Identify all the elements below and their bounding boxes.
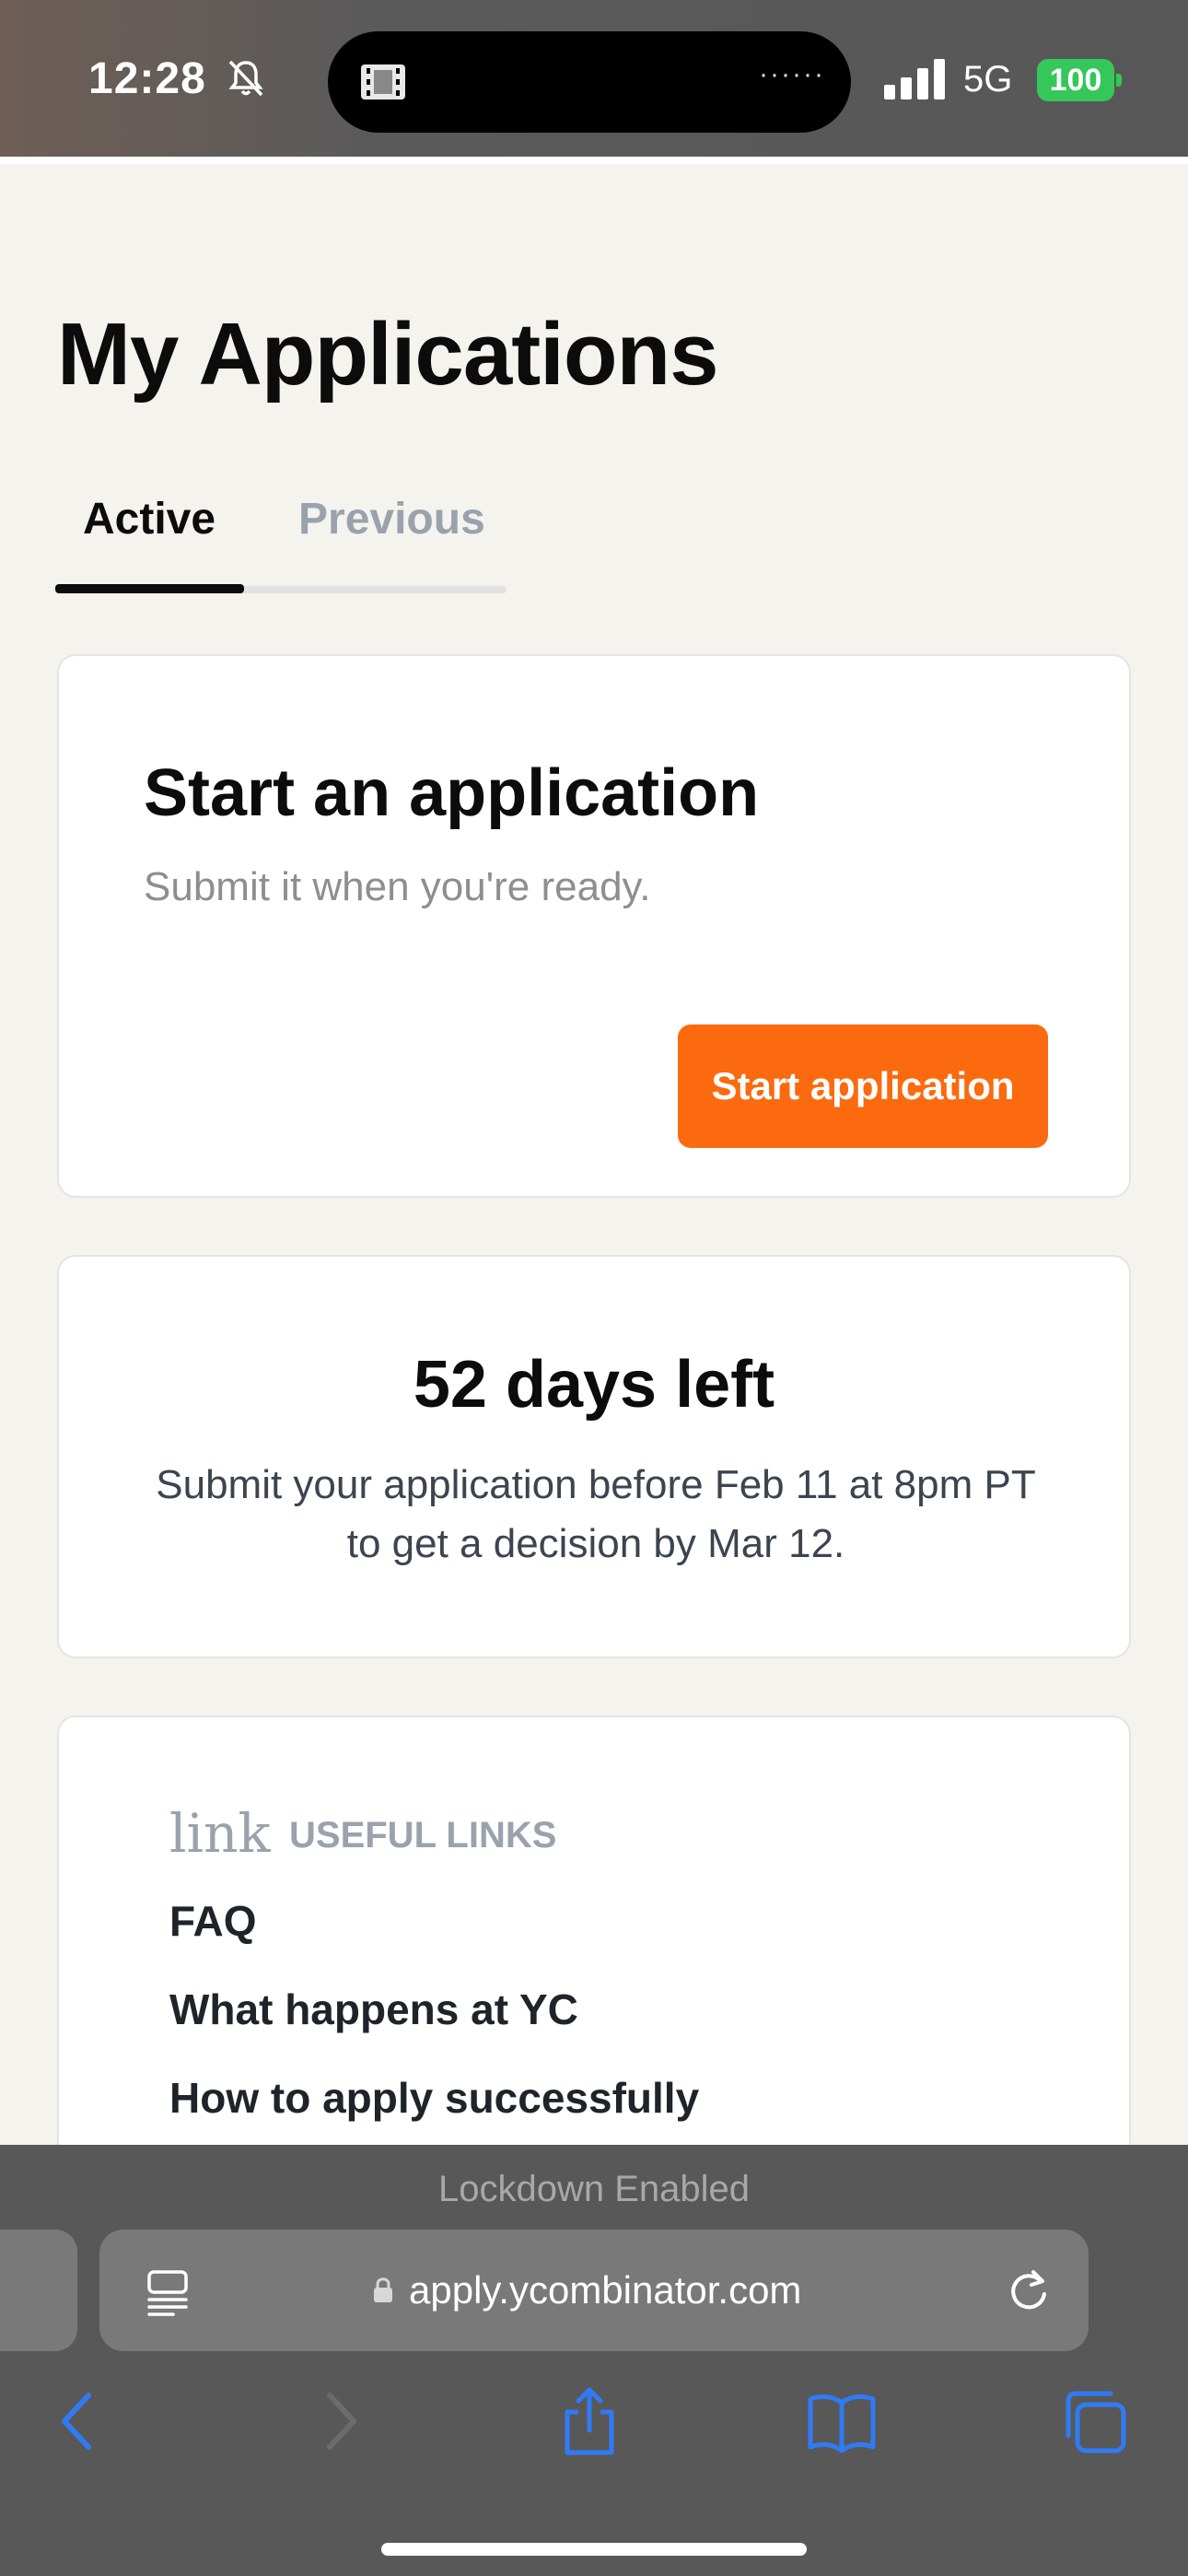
tabs-icon[interactable] (1061, 2386, 1131, 2456)
previous-tab-pill[interactable] (0, 2230, 77, 2351)
dynamic-island: ······ (328, 31, 851, 133)
back-icon[interactable] (44, 2386, 114, 2456)
start-card-heading: Start an application (144, 756, 760, 830)
network-label: 5G (963, 59, 1013, 100)
page-menu-icon[interactable] (146, 2268, 190, 2316)
tab-active[interactable]: Active (83, 494, 215, 544)
address-bar[interactable]: apply.ycombinator.com (99, 2230, 1089, 2351)
signal-bars-icon (884, 59, 945, 100)
tab-previous[interactable]: Previous (298, 494, 485, 544)
lockdown-label: Lockdown Enabled (437, 2169, 751, 2209)
forward-icon[interactable] (304, 2386, 374, 2456)
days-left-heading: 52 days left (413, 1348, 775, 1422)
lock-icon (374, 2277, 392, 2302)
link-icon: link (169, 1802, 271, 1865)
link-how-to-apply[interactable]: How to apply successfully (169, 2073, 699, 2123)
deadline-card: 52 days left Submit your application bef… (57, 1255, 1131, 1658)
island-dots: ······ (759, 59, 825, 89)
status-bar-divider (0, 157, 1188, 164)
start-application-button[interactable]: Start application (678, 1025, 1048, 1148)
reload-icon[interactable] (1006, 2266, 1052, 2313)
home-indicator (381, 2543, 807, 2556)
status-bar: 12:28 ······ 5G 100 (0, 0, 1188, 164)
bell-slash-icon (228, 60, 263, 97)
url-text[interactable]: apply.ycombinator.com (409, 2268, 801, 2313)
link-faq[interactable]: FAQ (169, 1896, 257, 1946)
application-tabs: Active Previous (55, 479, 507, 593)
deadline-description: Submit your application before Feb 11 at… (156, 1462, 1036, 1566)
page-title: My Applications (57, 305, 719, 404)
battery-indicator: 100 (1037, 59, 1122, 101)
battery-level: 100 (1037, 59, 1114, 101)
tab-active-indicator (55, 584, 244, 593)
share-icon[interactable] (554, 2386, 624, 2456)
browser-toolbar: Lockdown Enabled apply.ycombinator.com (0, 2145, 1188, 2576)
battery-tip (1116, 74, 1122, 87)
screen: 12:28 ······ 5G 100 My Applications Acti… (0, 0, 1188, 2576)
link-what-happens-at-yc[interactable]: What happens at YC (169, 1985, 578, 2034)
bookmarks-icon[interactable] (807, 2386, 877, 2456)
useful-links-title: USEFUL LINKS (289, 1815, 557, 1856)
start-card-subtitle: Submit it when you're ready. (144, 864, 651, 909)
start-application-card: Start an application Submit it when you'… (57, 654, 1131, 1198)
status-time: 12:28 (88, 54, 206, 103)
film-icon (361, 64, 405, 100)
